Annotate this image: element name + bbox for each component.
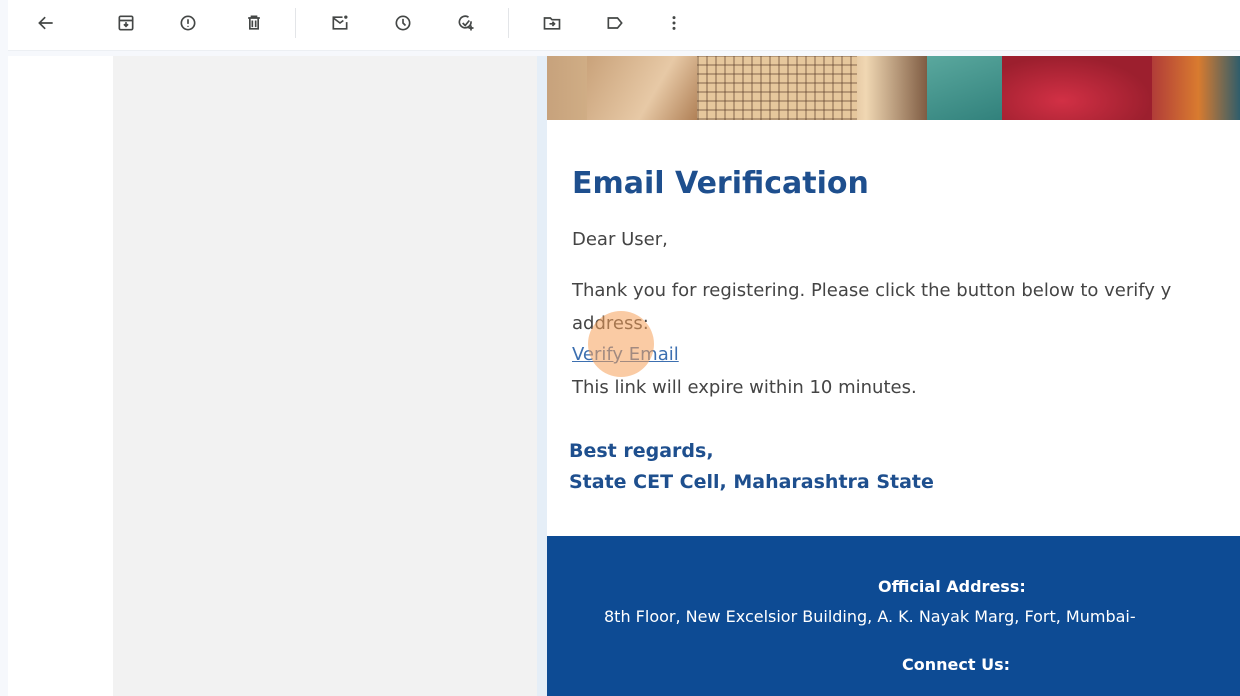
add-task-button[interactable] xyxy=(448,5,484,41)
toolbar-divider xyxy=(295,8,296,38)
message-toolbar xyxy=(8,0,1240,51)
expiry-note: This link will expire within 10 minutes. xyxy=(572,377,917,398)
mark-unread-button[interactable] xyxy=(322,5,358,41)
email-margin-panel xyxy=(113,56,537,696)
trash-icon xyxy=(248,15,260,30)
hero-image-part xyxy=(1002,56,1152,120)
hero-image-part xyxy=(697,56,857,120)
hero-banner-image xyxy=(547,56,1240,120)
footer-connect-label: Connect Us: xyxy=(902,655,1010,674)
email-footer: Official Address: 8th Floor, New Excelsi… xyxy=(547,536,1240,696)
label-button[interactable] xyxy=(597,5,633,41)
footer-address-text: 8th Floor, New Excelsior Building, A. K.… xyxy=(604,607,1136,626)
more-options-button[interactable] xyxy=(656,5,692,41)
clock-icon xyxy=(395,15,411,31)
more-vertical-icon xyxy=(672,16,676,30)
footer-address-label: Official Address: xyxy=(878,577,1026,596)
verify-email-link[interactable]: Verify Email xyxy=(572,344,679,365)
report-icon xyxy=(180,15,196,31)
archive-icon xyxy=(118,15,134,31)
archive-button[interactable] xyxy=(108,5,144,41)
move-to-button[interactable] xyxy=(534,5,570,41)
greeting-text: Dear User, xyxy=(572,229,668,250)
email-heading: Email Verification xyxy=(572,166,869,201)
hero-image-part xyxy=(587,56,697,120)
report-spam-button[interactable] xyxy=(170,5,206,41)
signoff-regards: Best regards, xyxy=(569,440,714,462)
back-button[interactable] xyxy=(28,5,64,41)
instruction-text-line2: address: xyxy=(572,313,649,334)
delete-button[interactable] xyxy=(236,5,272,41)
add-task-icon xyxy=(458,15,474,31)
instruction-text-line1: Thank you for registering. Please click … xyxy=(572,280,1172,301)
email-body: Email Verification Dear User, Thank you … xyxy=(547,56,1240,696)
toolbar-divider xyxy=(508,8,509,38)
arrow-left-icon xyxy=(38,16,53,30)
folder-move-icon xyxy=(543,17,561,30)
label-icon xyxy=(607,17,623,29)
snooze-button[interactable] xyxy=(385,5,421,41)
mail-unread-icon xyxy=(332,15,348,30)
signoff-organization: State CET Cell, Maharashtra State xyxy=(569,471,934,493)
